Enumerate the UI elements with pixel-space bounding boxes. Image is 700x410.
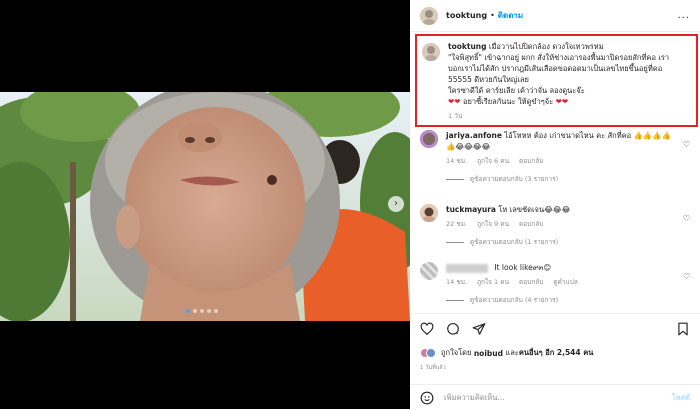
reply-button[interactable]: ตอบกลับ xyxy=(519,156,543,166)
view-replies-button[interactable]: ดูข้อความตอบกลับ (4 รายการ) xyxy=(446,295,690,305)
comment-body: It look like๙๓😊 xyxy=(494,263,552,272)
comment-username[interactable]: jariya.anfone xyxy=(446,131,502,140)
add-comment-bar: โพสต์ xyxy=(410,384,700,410)
paper-plane-icon[interactable] xyxy=(472,322,486,336)
comment-text: jariya.anfone ไอ้โหหห ต้อง เก่าขนาดไหน ค… xyxy=(446,130,671,152)
comment-time: 14 ชม. xyxy=(446,157,468,165)
next-slide-button[interactable]: › xyxy=(388,196,404,212)
liker-avatars xyxy=(420,348,436,358)
post-actions: ถูกใจโดย noibud และ คนอื่นๆ อีก 2,544 คน… xyxy=(410,313,700,404)
avatar xyxy=(426,348,436,358)
heart-outline-icon[interactable]: ♡ xyxy=(683,214,690,223)
carousel-indicator xyxy=(186,309,218,313)
comment-likes[interactable]: ถูกใจ 6 คน xyxy=(477,156,509,166)
post-photo[interactable] xyxy=(0,92,410,321)
post-comment-button[interactable]: โพสต์ xyxy=(672,392,690,404)
translate-button[interactable]: ดูคำแปล xyxy=(553,277,578,287)
caption-line: เมื่อวานไปปิดกล้อง ดวงใจเทวพรหม xyxy=(488,42,604,51)
action-icons xyxy=(420,322,486,336)
comment: jariya.anfone ไอ้โหหห ต้อง เก่าขนาดไหน ค… xyxy=(410,130,700,192)
comment-list: jariya.anfone ไอ้โหหห ต้อง เก่าขนาดไหน ค… xyxy=(410,130,700,316)
avatar[interactable] xyxy=(420,6,438,25)
header-separator: • xyxy=(490,11,495,20)
carousel-dot xyxy=(200,309,204,313)
likes-middle: และ xyxy=(505,348,519,357)
photo-image xyxy=(0,92,410,321)
post-dialog: › tooktung • ติดตาม ... tooktung เมื่อวา… xyxy=(0,0,700,409)
comment-text: It look like๙๓😊 xyxy=(446,262,671,273)
caption-timestamp: 1 วัน xyxy=(448,112,463,120)
likes-count-link[interactable]: คนอื่นๆ อีก 2,544 คน xyxy=(519,347,594,359)
caption-username[interactable]: tooktung xyxy=(448,42,487,51)
comment-username[interactable]: tuckmayura xyxy=(446,205,496,214)
caption-text: tooktung เมื่อวานไปปิดกล้อง ดวงใจเทวพรหม… xyxy=(448,41,669,107)
comment-body: ไอ้โหหห ต้อง เก่าขนาดไหน คะ สักที่คอ 👍👍👍… xyxy=(504,131,671,140)
caption-line: อยาซี้เรียลกันนะ ให้ดูขำๆจ้ะ xyxy=(462,97,554,106)
comment-time: 14 ชม. xyxy=(446,278,468,286)
header-username[interactable]: tooktung xyxy=(446,11,487,20)
caption-body: tooktung เมื่อวานไปปิดกล้อง ดวงใจเทวพรหม… xyxy=(448,41,669,125)
heart-outline-icon[interactable]: ♡ xyxy=(683,140,690,149)
view-replies-label: ดูข้อความตอบกลับ (4 รายการ) xyxy=(470,296,559,304)
avatar[interactable] xyxy=(420,204,438,222)
reply-button[interactable]: ตอบกลับ xyxy=(519,277,543,287)
caption-line: ใครซาดีใด้ คาร์ยเลีย เค้าว่าจั่น ลองดูนะ… xyxy=(448,86,585,95)
avatar[interactable] xyxy=(420,130,438,148)
carousel-dot xyxy=(207,309,211,313)
reply-button[interactable]: ตอบกลับ xyxy=(519,219,543,229)
avatar[interactable] xyxy=(420,262,438,280)
comment-input[interactable] xyxy=(444,393,644,402)
heart-emoji: ❤❤ xyxy=(555,97,569,106)
view-replies-button[interactable]: ดูข้อความตอบกลับ (1 รายการ) xyxy=(446,237,690,247)
ellipsis-icon[interactable]: ... xyxy=(677,10,690,21)
avatar[interactable] xyxy=(422,43,440,61)
heart-emoji: ❤❤ xyxy=(448,97,461,106)
follow-button[interactable]: ติดตาม xyxy=(498,9,523,22)
view-replies-label: ดูข้อความตอบกลับ (1 รายการ) xyxy=(470,238,559,246)
comment-meta: 22 ชม. ถูกใจ 9 คน ตอบกลับ xyxy=(446,219,671,229)
blurred-username[interactable] xyxy=(446,263,488,273)
bookmark-icon[interactable] xyxy=(676,322,690,336)
carousel-dot xyxy=(193,309,197,313)
carousel-dot xyxy=(186,309,190,313)
liker-username[interactable]: noibud xyxy=(474,349,503,358)
view-replies-label: ดูข้อความตอบกลับ (3 รายการ) xyxy=(470,175,559,183)
post-side-panel: tooktung • ติดตาม ... tooktung เมื่อวานไ… xyxy=(410,0,700,409)
comment-text: tuckmayura โห เลขชัดเจน😂😂😂 xyxy=(446,204,671,215)
caption-line: "ใจพิสุทธิ์" เข้าฉากอยู่ ผกก สั่งให้ช่าง… xyxy=(448,53,670,62)
post-date: 1 วันที่แล้ว xyxy=(420,365,446,371)
comment: tuckmayura โห เลขชัดเจน😂😂😂 22 ชม. ถูกใจ … xyxy=(410,204,700,258)
comment-time: 22 ชม. xyxy=(446,220,468,228)
comment-meta: 14 ชม. ถูกใจ 6 คน ตอบกลับ xyxy=(446,156,671,166)
comment-bubble-icon[interactable] xyxy=(446,322,460,336)
heart-outline-icon[interactable]: ♡ xyxy=(683,272,690,281)
caption-line: 55555 ดีหวยกันใหญ่เลย xyxy=(448,75,529,84)
carousel-dot xyxy=(214,309,218,313)
likes-summary: ถูกใจโดย noibud และ คนอื่นๆ อีก 2,544 คน xyxy=(420,347,593,359)
comment-likes[interactable]: ถูกใจ 1 คน xyxy=(477,277,509,287)
caption-highlight: tooktung เมื่อวานไปปิดกล้อง ดวงใจเทวพรหม… xyxy=(415,34,698,127)
comment-body: 👍😂😂😂😂 xyxy=(446,142,491,151)
comment-meta: 14 ชม. ถูกใจ 1 คน ตอบกลับ ดูคำแปล xyxy=(446,277,671,287)
likes-prefix: ถูกใจโดย xyxy=(441,348,472,357)
chevron-right-icon: › xyxy=(394,198,398,209)
heart-outline-icon[interactable] xyxy=(420,322,434,336)
caption-line: บอกเราไม่ได้สัก ปรากฎมีเส้นเลือดขอดอดมาเ… xyxy=(448,64,663,73)
view-replies-button[interactable]: ดูข้อความตอบกลับ (3 รายการ) xyxy=(446,174,690,184)
comment-body: โห เลขชัดเจน😂😂😂 xyxy=(498,205,571,214)
smiley-icon[interactable] xyxy=(420,391,434,405)
comment: It look like๙๓😊 14 ชม. ถูกใจ 1 คน ตอบกลั… xyxy=(410,262,700,316)
post-media: › xyxy=(0,0,410,409)
comment-likes[interactable]: ถูกใจ 9 คน xyxy=(477,219,509,229)
post-header: tooktung • ติดตาม ... xyxy=(410,0,700,32)
